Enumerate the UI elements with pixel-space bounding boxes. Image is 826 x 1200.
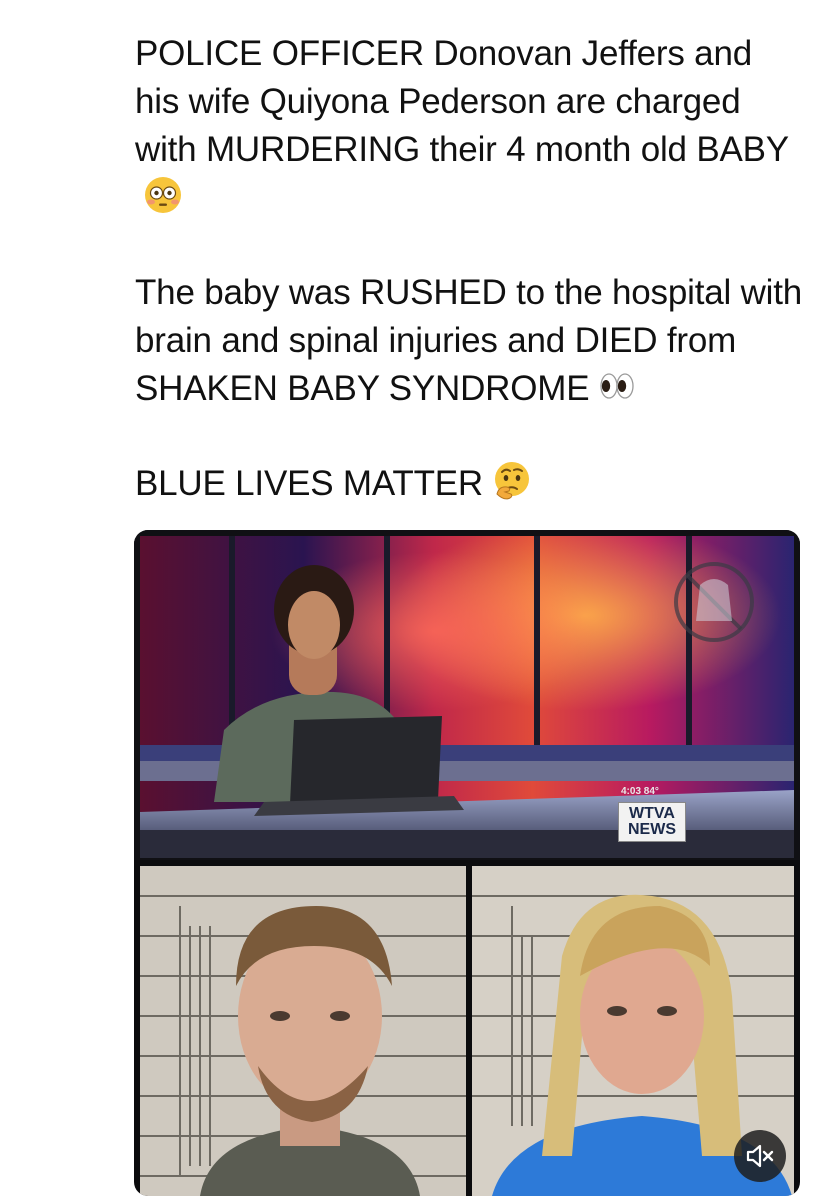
thinking-face-emoji-icon: [494, 462, 529, 500]
station-logo: WTVA NEWS: [618, 802, 686, 842]
video-thumbnail[interactable]: 4:03 84° WTVA NEWS: [134, 530, 800, 1196]
station-logo-line1: WTVA: [629, 805, 675, 822]
clock-readout: 4:03 84°: [621, 786, 659, 797]
news-studio-frame: [134, 530, 800, 860]
post-paragraph-2: The baby was RUSHED to the hospital with…: [135, 269, 805, 413]
post-paragraph-1: POLICE OFFICER Donovan Jeffers and his w…: [135, 30, 805, 222]
post-paragraph-2-text: The baby was RUSHED to the hospital with…: [135, 273, 803, 408]
eyes-emoji-icon: [600, 373, 635, 399]
post-paragraph-1-text: POLICE OFFICER Donovan Jeffers and his w…: [135, 34, 789, 169]
post-paragraph-3: BLUE LIVES MATTER: [135, 460, 805, 508]
speaker-muted-icon: [746, 1144, 774, 1168]
flushed-face-emoji-icon: [145, 177, 181, 213]
post-paragraph-3-text: BLUE LIVES MATTER: [135, 464, 483, 503]
mugshot-left: [140, 866, 466, 1196]
station-logo-line2: NEWS: [628, 821, 676, 838]
post-text: POLICE OFFICER Donovan Jeffers and his w…: [135, 30, 805, 555]
mute-toggle-button[interactable]: [734, 1130, 786, 1182]
